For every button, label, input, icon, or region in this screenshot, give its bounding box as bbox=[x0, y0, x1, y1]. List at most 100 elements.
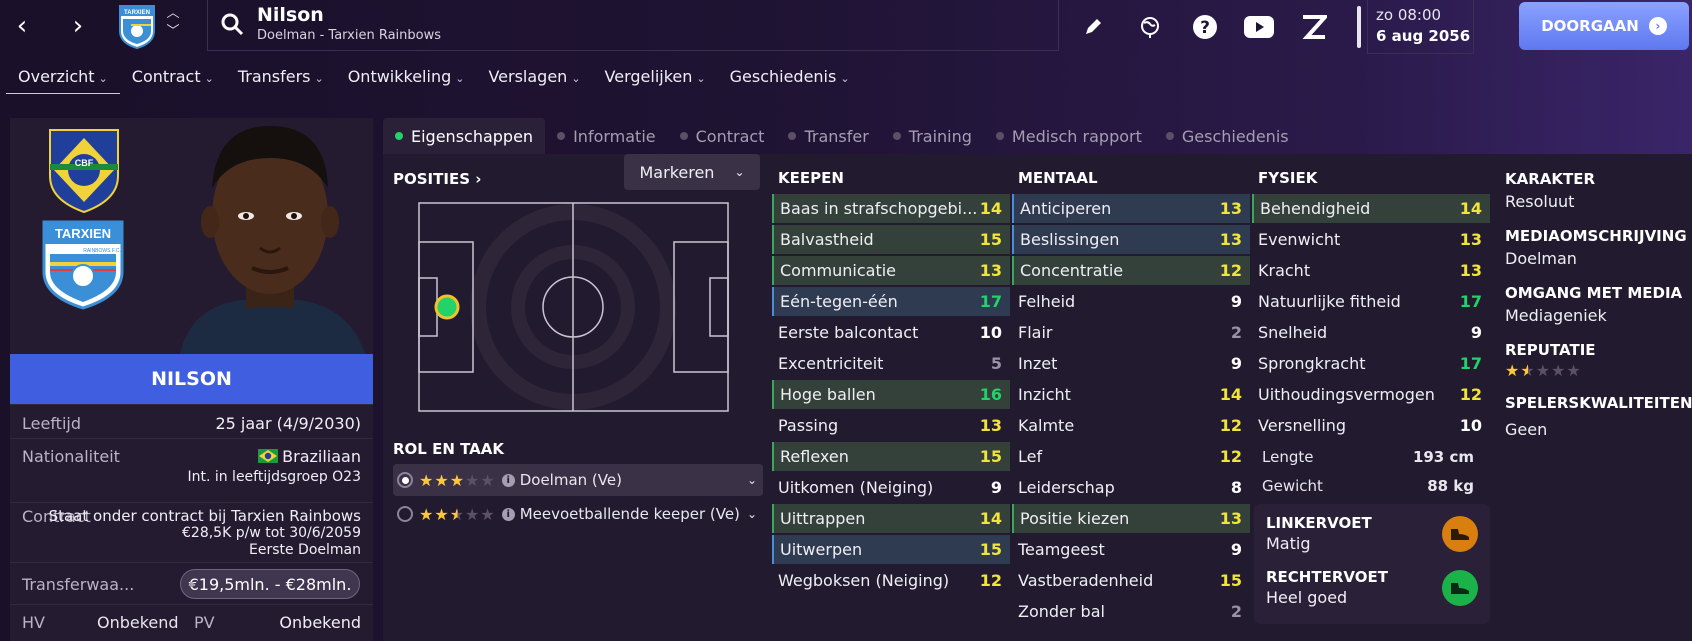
tab-contract[interactable]: Contract bbox=[668, 118, 777, 154]
nationality-row: Nationaliteit Braziliaan Int. in leeftij… bbox=[10, 438, 373, 485]
attr-row[interactable]: Kracht 13 bbox=[1252, 256, 1490, 285]
attr-row[interactable]: Eén-tegen-één 17 bbox=[772, 287, 1010, 316]
attr-row[interactable]: Snelheid 9 bbox=[1252, 318, 1490, 347]
age-row: Leeftijd 25 jaar (4/9/2030) bbox=[10, 404, 373, 438]
attr-row[interactable]: Eerste balcontact 10 bbox=[772, 318, 1010, 347]
omgang-value: Mediageniek bbox=[1505, 306, 1607, 325]
attr-row[interactable]: Versnelling 10 bbox=[1252, 411, 1490, 440]
attr-row[interactable]: Evenwicht 13 bbox=[1252, 225, 1490, 254]
attr-row[interactable]: Leiderschap 8 bbox=[1012, 473, 1250, 502]
back-button[interactable]: ‹ bbox=[4, 8, 40, 44]
club-switcher[interactable]: ︿ ﹀ bbox=[164, 5, 182, 45]
attr-row[interactable]: Hoge ballen 16 bbox=[772, 380, 1010, 409]
menu-vergelijken[interactable]: Vergelijken ⌄ bbox=[593, 64, 718, 94]
chevron-down-icon: ⌄ bbox=[734, 165, 745, 179]
club-badge-icon[interactable]: TARXIEN bbox=[117, 3, 157, 49]
attr-row[interactable]: Baas in strafschopgebi... 14 bbox=[772, 194, 1010, 223]
contract-row: Contract Staat onder contract bij Tarxie… bbox=[10, 502, 373, 562]
menu-geschiedenis[interactable]: Geschiedenis ⌄ bbox=[718, 64, 862, 94]
chevron-down-icon: ⌄ bbox=[571, 72, 581, 85]
role-title: ROL EN TAAK bbox=[393, 440, 505, 458]
attr-row[interactable]: Flair 2 bbox=[1012, 318, 1250, 347]
info-icon[interactable]: i bbox=[501, 507, 515, 521]
tab-informatie[interactable]: Informatie bbox=[545, 118, 668, 154]
role-doelman[interactable]: ★★★★★ i Doelman (Ve) ⌄ bbox=[393, 464, 763, 496]
menu-transfers[interactable]: Transfers ⌄ bbox=[226, 64, 336, 94]
info-icon[interactable]: i bbox=[501, 473, 515, 487]
hv-label: HV bbox=[22, 613, 45, 632]
attr-row[interactable]: Behendigheid 14 bbox=[1252, 194, 1490, 223]
tab-medisch-rapport[interactable]: Medisch rapport bbox=[984, 118, 1154, 154]
menu-verslagen[interactable]: Verslagen ⌄ bbox=[476, 64, 592, 94]
contract-wage: €28,5K p/w tot 30/6/2059 bbox=[182, 525, 361, 541]
right-foot: RECHTERVOET Heel goed bbox=[1266, 568, 1388, 607]
attr-row[interactable]: Reflexen 15 bbox=[772, 442, 1010, 471]
attr-row[interactable]: Positie kiezen 13 bbox=[1012, 504, 1250, 533]
search-box[interactable]: Nilson Doelman - Tarxien Rainbows bbox=[207, 0, 1059, 51]
svg-text:TARXIEN: TARXIEN bbox=[55, 226, 111, 241]
brazil-flag-icon bbox=[258, 449, 279, 463]
attr-row[interactable]: Passing 13 bbox=[772, 411, 1010, 440]
attr-row[interactable]: Inzicht 14 bbox=[1012, 380, 1250, 409]
attr-row[interactable]: Balvastheid 15 bbox=[772, 225, 1010, 254]
attr-row[interactable]: Uithoudingsvermogen 12 bbox=[1252, 380, 1490, 409]
attr-row[interactable]: Wegboksen (Neiging) 12 bbox=[772, 566, 1010, 595]
attr-row[interactable]: Uittrappen 14 bbox=[772, 504, 1010, 533]
date-time: zo 08:00 bbox=[1376, 6, 1442, 24]
kwaliteiten-value: Geen bbox=[1505, 420, 1548, 439]
tab-transfer[interactable]: Transfer bbox=[776, 118, 880, 154]
svg-text:CBF: CBF bbox=[75, 158, 94, 168]
attr-row[interactable]: Sprongkracht 17 bbox=[1252, 349, 1490, 378]
omgang-label: OMGANG MET MEDIA bbox=[1505, 284, 1683, 302]
globe-icon[interactable] bbox=[1133, 10, 1167, 44]
attr-row[interactable]: Anticiperen 13 bbox=[1012, 194, 1250, 223]
transfer-value-pill[interactable]: €19,5mln. - €28mln. bbox=[180, 569, 360, 599]
main-panel: Eigenschappen Informatie Contract Transf… bbox=[383, 118, 1692, 641]
age-value: 25 jaar (4/9/2030) bbox=[215, 414, 361, 433]
help-icon[interactable]: ? bbox=[1188, 10, 1222, 44]
attr-row[interactable]: Vastberadenheid 15 bbox=[1012, 566, 1250, 595]
tab-training[interactable]: Training bbox=[881, 118, 984, 154]
gk-position-marker bbox=[434, 294, 460, 320]
menu-overzicht[interactable]: Overzicht ⌄ bbox=[6, 64, 120, 94]
personality-column: KARAKTER Resoluut MEDIAOMSCHRIJVING Doel… bbox=[1505, 170, 1692, 439]
youtube-icon[interactable] bbox=[1242, 10, 1276, 44]
attr-row[interactable]: Felheid 9 bbox=[1012, 287, 1250, 316]
attr-row[interactable]: Natuurlijke fitheid 17 bbox=[1252, 287, 1490, 316]
attr-row[interactable]: Zonder bal 2 bbox=[1012, 597, 1250, 626]
attr-row[interactable]: Communicatie 13 bbox=[772, 256, 1010, 285]
tab-geschiedenis[interactable]: Geschiedenis bbox=[1154, 118, 1301, 154]
zendesk-icon[interactable] bbox=[1297, 10, 1331, 44]
menu-contract[interactable]: Contract ⌄ bbox=[120, 64, 226, 94]
date-day: 6 aug 2056 bbox=[1376, 27, 1471, 45]
attr-row[interactable]: Kalmte 12 bbox=[1012, 411, 1250, 440]
divider bbox=[1357, 6, 1361, 48]
attr-row[interactable]: Uitwerpen 15 bbox=[772, 535, 1010, 564]
positions-title[interactable]: POSITIES › bbox=[393, 170, 481, 188]
markeren-dropdown[interactable]: Markeren ⌄ bbox=[624, 154, 760, 190]
nationality-value[interactable]: Braziliaan bbox=[258, 447, 361, 466]
chevron-right-icon: › bbox=[475, 170, 482, 188]
contract-status: Eerste Doelman bbox=[249, 542, 361, 558]
role-meevoetballende-keeper[interactable]: ★★★★★ i Meevoetballende keeper (Ve) ⌄ bbox=[393, 498, 763, 530]
reputatie-label: REPUTATIE bbox=[1505, 341, 1596, 359]
pv-value: Onbekend bbox=[279, 613, 361, 632]
continue-button[interactable]: DOORGAAN › bbox=[1519, 2, 1689, 50]
attr-row[interactable]: Inzet 9 bbox=[1012, 349, 1250, 378]
player-name-bar: NILSON bbox=[10, 354, 373, 404]
role-stars: ★★★★★ bbox=[419, 504, 496, 524]
pencil-icon[interactable] bbox=[1076, 10, 1110, 44]
kwaliteiten-label: SPELERSKWALITEITEN bbox=[1505, 394, 1692, 412]
attr-row[interactable]: Teamgeest 9 bbox=[1012, 535, 1250, 564]
weight-label: Gewicht bbox=[1262, 477, 1323, 495]
attr-row[interactable]: Concentratie 12 bbox=[1012, 256, 1250, 285]
attr-row[interactable]: Lef 12 bbox=[1012, 442, 1250, 471]
attr-row[interactable]: Beslissingen 13 bbox=[1012, 225, 1250, 254]
attr-row[interactable]: Uitkomen (Neiging) 9 bbox=[772, 473, 1010, 502]
length-label: Lengte bbox=[1262, 448, 1314, 466]
media-value: Doelman bbox=[1505, 249, 1577, 268]
tab-eigenschappen[interactable]: Eigenschappen bbox=[383, 118, 546, 154]
attr-row[interactable]: Excentriciteit 5 bbox=[772, 349, 1010, 378]
forward-button[interactable]: › bbox=[60, 8, 96, 44]
menu-ontwikkeling[interactable]: Ontwikkeling ⌄ bbox=[336, 64, 477, 94]
